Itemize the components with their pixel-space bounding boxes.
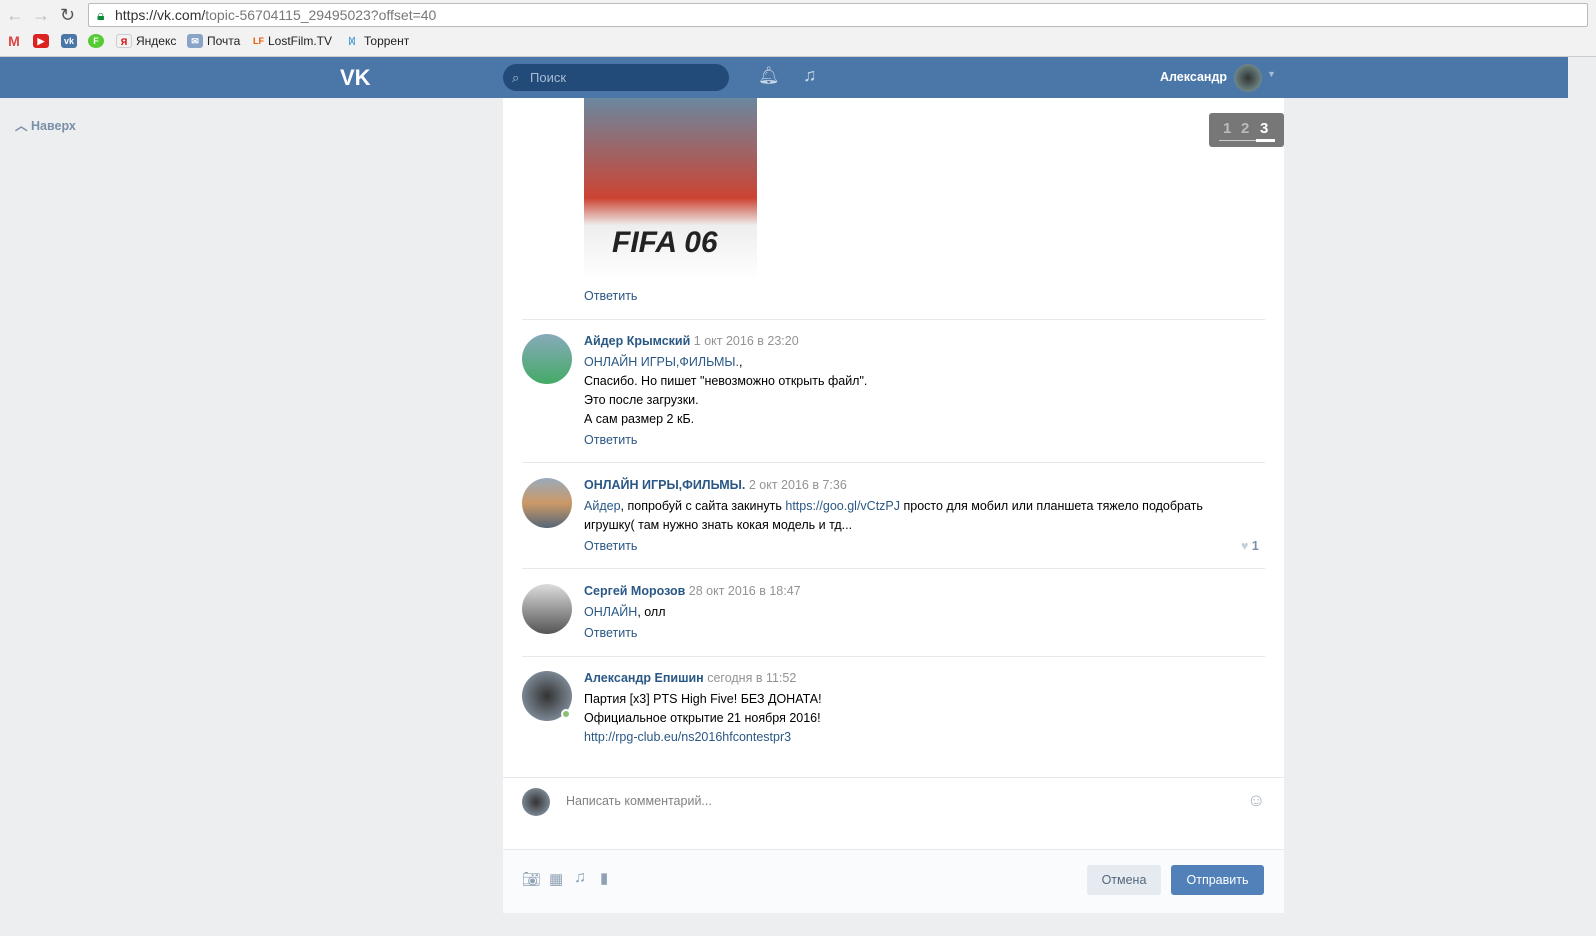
emoji-icon[interactable]: ☺ — [1247, 790, 1265, 811]
reply-link[interactable]: Ответить — [584, 433, 637, 447]
browser-chrome: ← → ↻ 🔒︎ https://vk.com/topic-56704115_2… — [0, 0, 1596, 57]
bookmark-gmail[interactable]: M — [6, 34, 22, 48]
bookmark-torrent[interactable]: ᛞ Торрент — [344, 34, 409, 48]
url-bar[interactable]: 🔒︎ https://vk.com/topic-56704115_2949502… — [88, 3, 1588, 27]
page-3-current[interactable]: 3 — [1260, 120, 1268, 137]
comment-input[interactable]: Написать комментарий... — [566, 794, 712, 808]
bookmark-youtube[interactable]: ▶ — [33, 34, 49, 48]
back-icon[interactable]: ← — [6, 5, 24, 26]
divider — [522, 319, 1265, 320]
camera-icon[interactable]: 📷︎ — [522, 870, 541, 888]
lostfilm-icon: LF — [253, 36, 264, 46]
comment-header: Сергей Морозов 28 окт 2016 в 18:47 — [584, 584, 801, 598]
send-button[interactable]: Отправить — [1171, 865, 1264, 895]
bookmark-vk[interactable]: vk — [61, 34, 77, 48]
avatar — [522, 788, 550, 816]
page-2[interactable]: 2 — [1241, 120, 1249, 137]
bell-icon[interactable]: 🔔︎ — [758, 66, 780, 86]
comment-text: Спасибо. Но пишет "невозможно открыть фа… — [584, 374, 868, 388]
comment-text: игрушку( там нужно знать кокая модель и … — [584, 518, 853, 532]
search-input[interactable]: ⌕ Поиск — [503, 64, 729, 91]
pager-thumb[interactable] — [1256, 139, 1275, 142]
reply-link[interactable]: Ответить — [584, 289, 637, 303]
chevron-up-icon: ︿ — [15, 119, 28, 133]
pager: 1 2 3 — [1209, 113, 1284, 147]
music-icon[interactable]: ♫ — [574, 869, 586, 887]
search-icon: ⌕ — [512, 70, 520, 85]
divider — [503, 777, 1284, 778]
composer-toolbar — [503, 849, 1284, 913]
comment-header: Александр Епишин сегодня в 11:52 — [584, 671, 797, 685]
video-icon[interactable]: ▦ — [549, 870, 563, 888]
chevron-down-icon[interactable]: ▼ — [1267, 69, 1276, 79]
bookmark-f[interactable]: F — [88, 34, 104, 48]
page-1[interactable]: 1 — [1223, 120, 1231, 137]
bookmark-mail[interactable]: ✉ Почта — [187, 34, 240, 48]
yandex-icon: Я — [116, 34, 132, 48]
online-indicator — [561, 709, 571, 719]
gmail-icon: M — [8, 33, 20, 49]
comment-text: Официальное открытие 21 ноября 2016! — [584, 711, 821, 725]
youtube-icon: ▶ — [33, 34, 49, 48]
heart-icon: ♥ — [1241, 539, 1249, 553]
comment-text: Это после загрузки. — [584, 393, 699, 407]
divider — [522, 568, 1265, 569]
document-icon[interactable]: ▮ — [600, 869, 608, 887]
comment-text: ОНЛАЙН, олл — [584, 605, 666, 619]
reply-link[interactable]: Ответить — [584, 539, 637, 553]
comment-text: Партия [x3] PTS High Five! БЕЗ ДОНАТА! — [584, 692, 822, 706]
music-icon[interactable]: ♫ — [803, 65, 817, 86]
avatar[interactable] — [522, 584, 572, 634]
vk-header: VK ⌕ Поиск 🔔︎ ♫ Александр ▼ — [0, 57, 1568, 98]
f-icon: F — [88, 34, 104, 48]
vk-logo[interactable]: VK — [340, 65, 371, 91]
divider — [522, 656, 1265, 657]
avatar[interactable] — [522, 334, 572, 384]
comment-header: Айдер Крымский 1 окт 2016 в 23:20 — [584, 334, 799, 348]
lock-icon: 🔒︎ — [97, 7, 105, 23]
forward-icon[interactable]: → — [32, 5, 50, 26]
vk-icon: vk — [61, 34, 77, 48]
reply-link[interactable]: Ответить — [584, 626, 637, 640]
reload-icon[interactable]: ↻ — [60, 5, 75, 26]
bookmark-lostfilm[interactable]: LF LostFilm.TV — [253, 34, 332, 48]
comment-link[interactable]: http://rpg-club.eu/ns2016hfcontestpr3 — [584, 730, 791, 744]
cancel-button[interactable]: Отмена — [1087, 865, 1161, 895]
divider — [522, 462, 1265, 463]
butterfly-icon: ᛞ — [349, 36, 355, 46]
bookmark-yandex[interactable]: Я Яндекс — [116, 34, 176, 48]
comment-text: Айдер, попробуй с сайта закинуть https:/… — [584, 499, 1203, 513]
comment-header: ОНЛАЙН ИГРЫ,ФИЛЬМЫ. 2 окт 2016 в 7:36 — [584, 478, 847, 492]
user-name[interactable]: Александр — [1160, 70, 1227, 84]
avatar[interactable] — [522, 478, 572, 528]
mail-icon: ✉ — [187, 34, 203, 48]
avatar[interactable] — [1234, 64, 1262, 92]
comment-text: А сам размер 2 кБ. — [584, 412, 695, 426]
like-button[interactable]: ♥ 1 — [1241, 539, 1259, 553]
fifa-image[interactable]: FIFA 06 — [584, 98, 757, 280]
back-to-top-link[interactable]: ︿ Наверх — [15, 115, 76, 134]
